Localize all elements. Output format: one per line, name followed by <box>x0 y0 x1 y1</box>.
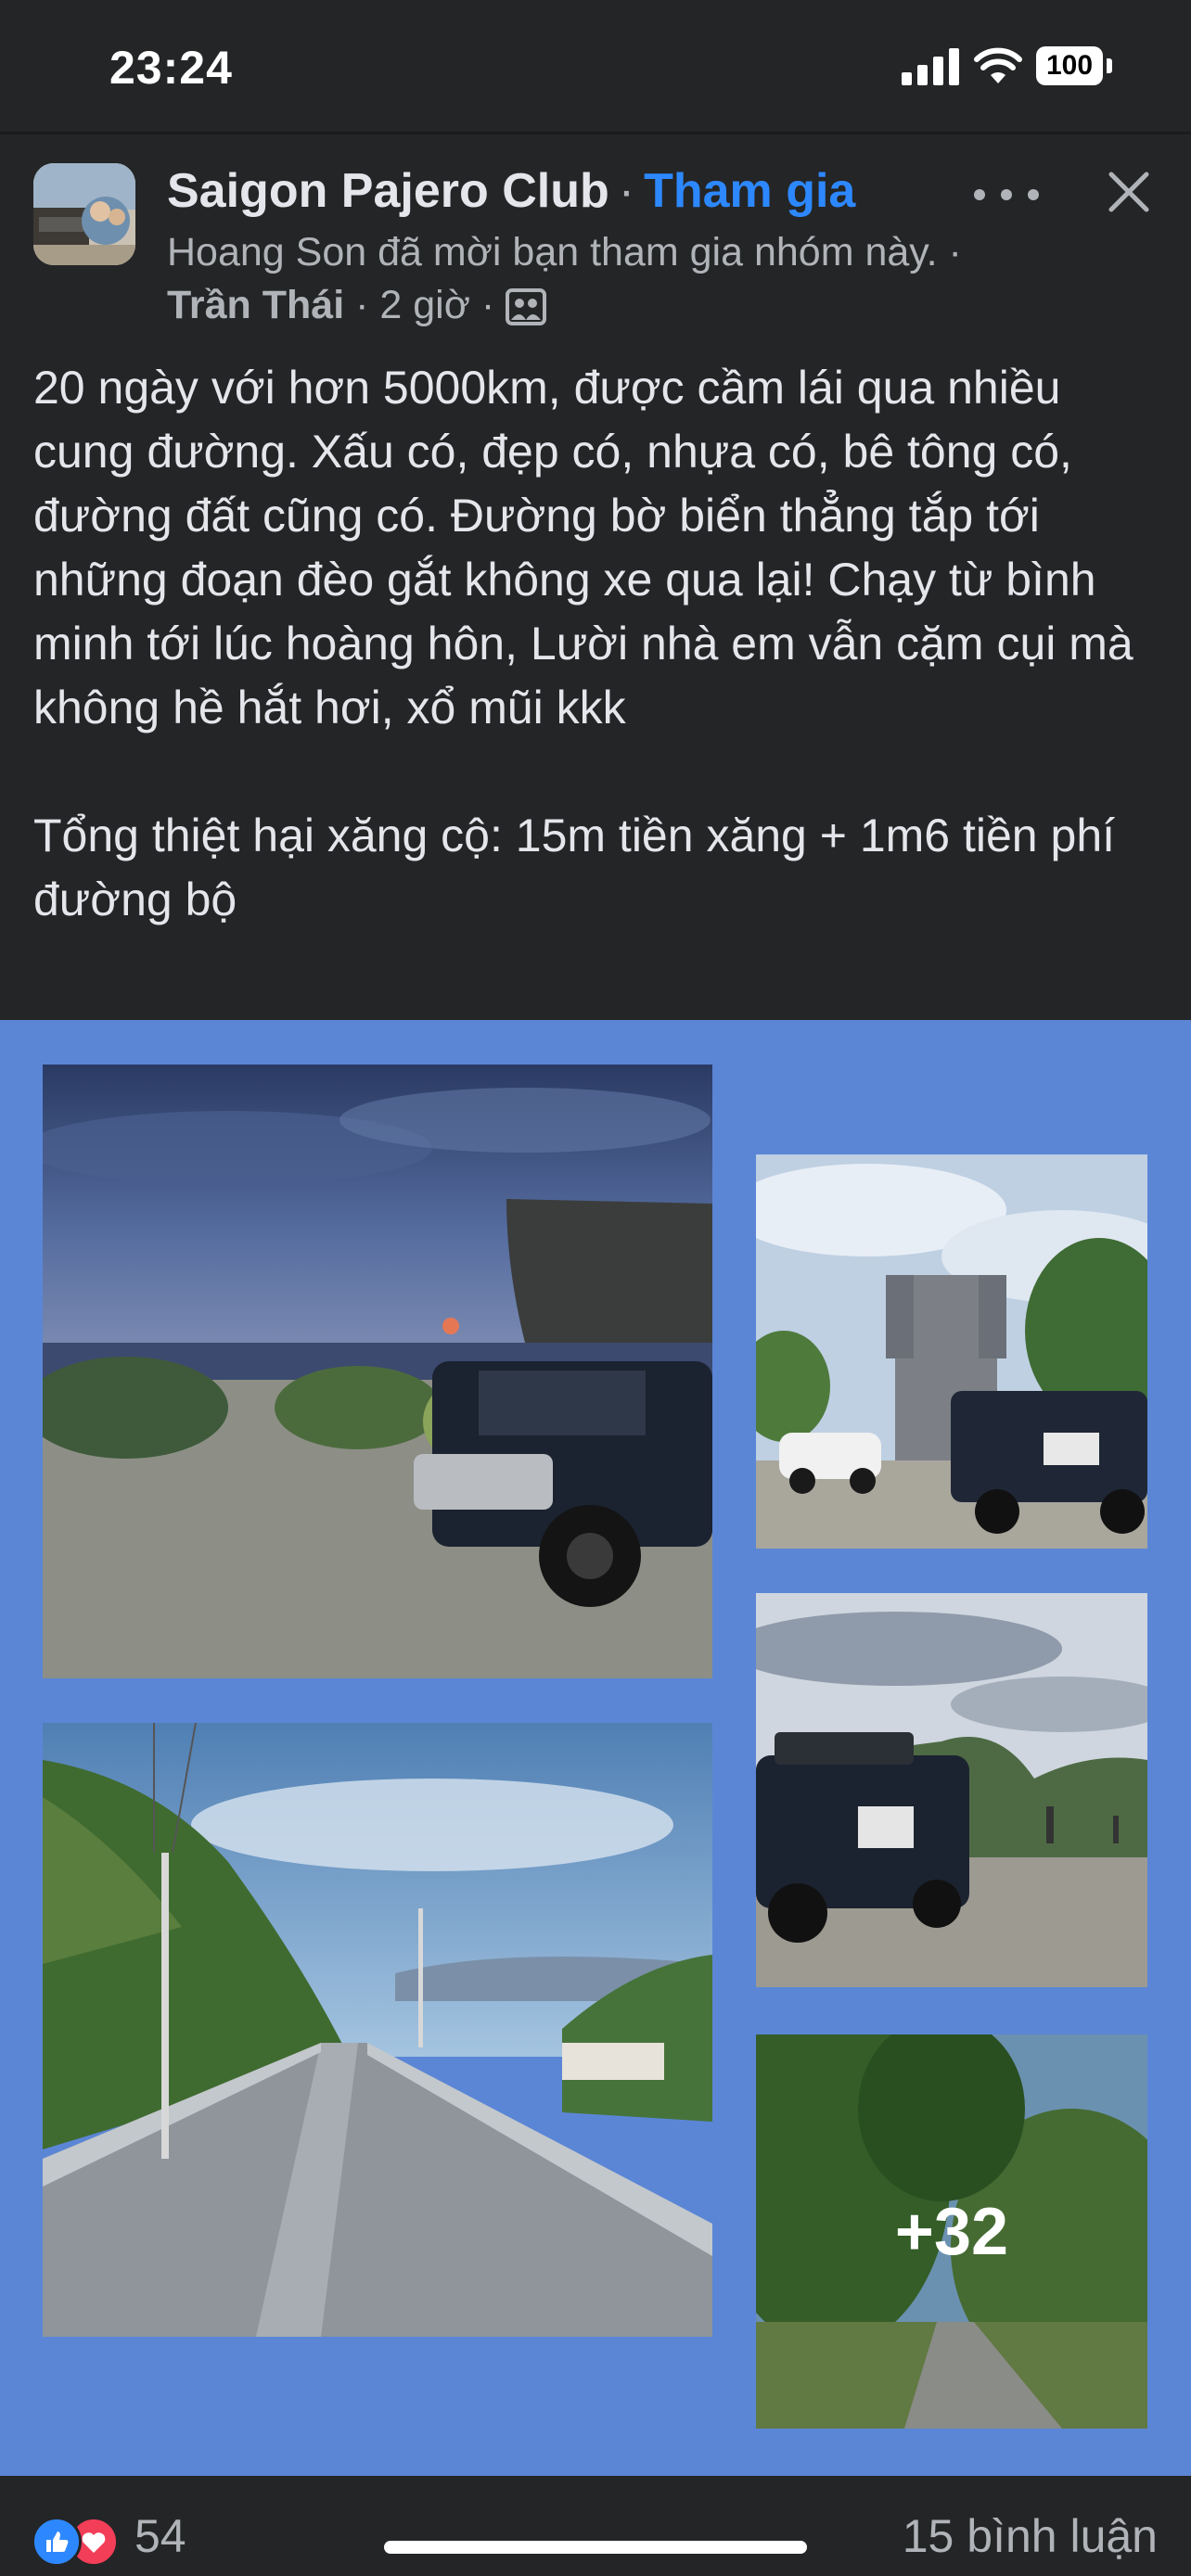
post-time[interactable]: 2 giờ <box>379 283 470 327</box>
meta-separator: · <box>948 230 962 274</box>
battery-level: 100 <box>1036 46 1103 85</box>
photo-hilltop-suv[interactable] <box>756 1593 1147 1987</box>
like-icon[interactable] <box>32 2517 82 2567</box>
comments-count[interactable]: 15 bình luận <box>903 2509 1158 2563</box>
post-meta: Hoang Son đã mời bạn tham gia nhóm này. … <box>167 226 1002 332</box>
reaction-count[interactable]: 54 <box>134 2509 186 2563</box>
divider <box>0 132 1191 134</box>
title-separator: · <box>618 164 635 218</box>
photo-church-cars[interactable] <box>756 1154 1147 1549</box>
group-name-link[interactable]: Saigon Pajero Club <box>167 164 609 218</box>
join-group-link[interactable]: Tham gia <box>644 164 855 218</box>
invite-text: Hoang Son đã mời bạn tham gia nhóm này. <box>167 230 938 274</box>
photo-forest-road[interactable]: +32 <box>756 2034 1147 2429</box>
battery-icon: 100 <box>1036 46 1112 85</box>
status-time: 23:24 <box>109 42 233 94</box>
post-body: 20 ngày với hơn 5000km, được cầm lái qua… <box>33 362 1133 925</box>
meta-separator: · <box>480 283 495 327</box>
signal-icon <box>902 46 959 85</box>
status-bar: 23:24 100 <box>0 0 1191 132</box>
photo-grid: +32 <box>0 1020 1191 2476</box>
wifi-icon <box>974 47 1022 83</box>
more-photos-count[interactable]: +32 <box>756 2034 1147 2429</box>
more-dot-icon <box>1028 189 1039 200</box>
home-indicator[interactable] <box>384 2541 807 2554</box>
more-dot-icon <box>974 189 985 200</box>
group-avatar[interactable] <box>33 163 135 265</box>
close-icon[interactable] <box>1104 167 1154 217</box>
photo-beach-suv[interactable] <box>43 1065 712 1678</box>
more-dot-icon <box>1001 189 1012 200</box>
group-audience-icon <box>506 288 547 325</box>
more-options-button[interactable] <box>974 174 1039 215</box>
author-link[interactable]: Trần Thái <box>167 283 344 327</box>
meta-separator: · <box>355 283 369 327</box>
photo-mountain-road[interactable] <box>43 1723 712 2337</box>
post-header-title: Saigon Pajero Club · Tham gia <box>167 163 855 219</box>
